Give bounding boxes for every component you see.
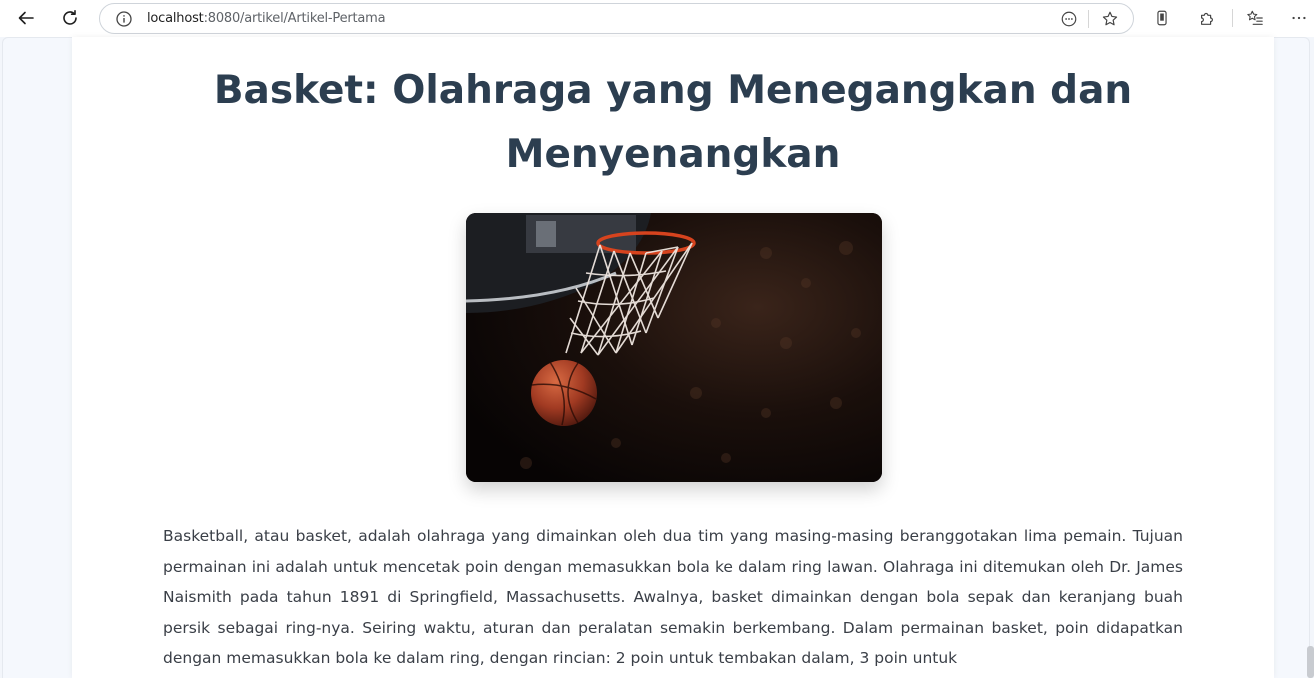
url-text[interactable]: localhost:8080/artikel/Artikel-Pertama (147, 11, 386, 26)
article-body: Basketball, atau basket, adalah olahraga… (163, 527, 1183, 667)
url-host: localhost (147, 11, 204, 26)
scrollbar-thumb[interactable] (1307, 646, 1314, 678)
toolbar-separator (1232, 9, 1233, 27)
extensions-icon[interactable] (1196, 7, 1218, 29)
favorites-list-icon[interactable] (1244, 7, 1266, 29)
reload-icon[interactable] (56, 5, 84, 31)
article-image (466, 213, 882, 482)
info-icon[interactable] (115, 10, 133, 28)
back-arrow-icon[interactable] (12, 5, 40, 31)
favorite-star-icon[interactable] (1100, 9, 1120, 29)
address-separator (1088, 10, 1089, 28)
address-bar[interactable]: localhost:8080/artikel/Artikel-Pertama (99, 3, 1134, 34)
article-card: Basket: Olahraga yang Menegangkan dan Me… (72, 37, 1274, 678)
reading-view-icon[interactable] (1059, 9, 1079, 29)
page-viewport: Basket: Olahraga yang Menegangkan dan Me… (0, 37, 1314, 678)
url-path: :8080/artikel/Artikel-Pertama (203, 11, 386, 26)
browser-toolbar: localhost:8080/artikel/Artikel-Pertama (0, 0, 1314, 37)
more-icon[interactable] (1288, 7, 1310, 29)
device-icon[interactable] (1151, 7, 1173, 29)
article-title: Basket: Olahraga yang Menegangkan dan Me… (213, 68, 1133, 177)
